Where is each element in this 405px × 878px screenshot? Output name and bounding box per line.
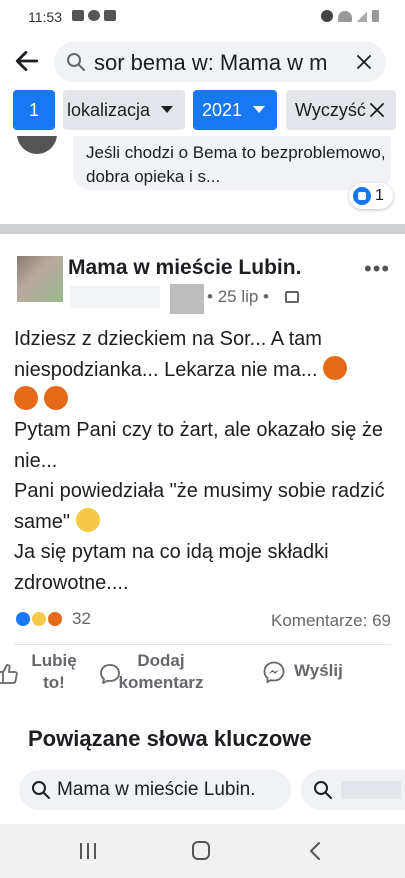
keyword-chip[interactable] — [301, 770, 405, 810]
alarm-icon — [321, 10, 333, 22]
search-icon — [32, 781, 50, 799]
signal-icon — [357, 10, 367, 22]
close-icon — [370, 103, 384, 117]
recent-apps-icon[interactable] — [76, 840, 100, 862]
action-divider — [14, 644, 391, 645]
redacted-keyword — [341, 781, 401, 799]
post-date-text: 25 lip — [217, 287, 259, 306]
back-icon[interactable] — [304, 840, 328, 862]
home-icon[interactable] — [189, 840, 213, 862]
gallery-icon — [72, 10, 84, 21]
keyword-label: Mama w mieście Lubin. — [57, 779, 256, 800]
cursing-emoji-icon — [14, 386, 38, 410]
search-header: sor bema w: Mama w m — [0, 34, 405, 86]
search-input[interactable]: sor bema w: Mama w m — [54, 42, 386, 82]
search-query-text[interactable]: sor bema w: Mama w m — [94, 50, 334, 76]
year-filter-label: 2021 — [202, 99, 243, 120]
youtube-icon — [104, 10, 116, 21]
year-filter-dropdown[interactable]: 2021 — [193, 90, 277, 130]
system-navigation-bar — [0, 824, 405, 878]
cursing-emoji-icon — [43, 386, 68, 410]
section-divider — [0, 224, 405, 234]
avatar[interactable] — [17, 136, 57, 154]
clear-filters-label: Wyczyść — [295, 99, 366, 120]
thumbs-up-icon — [0, 664, 18, 684]
redacted-avatar — [170, 284, 204, 314]
comment-label: Dodaj komentarz — [118, 651, 204, 692]
previous-result-card: Jeśli chodzi o Bema to bezproblemowo, do… — [0, 136, 405, 224]
post-text-line: Pytam Pani czy to żart, ale okazało się … — [14, 419, 384, 472]
messenger-icon — [88, 10, 100, 21]
wifi-icon — [338, 10, 352, 22]
filter-count-label: 1 — [28, 99, 39, 120]
chevron-down-icon — [161, 106, 173, 113]
eye-roll-emoji-icon — [75, 507, 100, 532]
post-text-line: Pani powiedziała "że musimy sobie radzić… — [14, 480, 385, 533]
filter-bar: 1 lokalizacja 2021 Wyczyść — [0, 86, 405, 136]
emoji-row — [14, 385, 394, 415]
reaction-count: 32 — [72, 609, 91, 628]
status-system-icons — [321, 10, 379, 22]
keyword-chip[interactable]: Mama w mieście Lubin. — [19, 770, 291, 810]
privacy-icon — [285, 291, 299, 303]
post-text-line: Ja się pytam na co idą moje składki zdro… — [14, 541, 329, 594]
comment-reaction-count: 1 — [375, 187, 384, 204]
active-filter-count[interactable]: 1 — [13, 90, 55, 130]
angry-emoji-icon — [323, 355, 348, 380]
comment-text: Jeśli chodzi o Bema to bezproblemowo, do… — [86, 143, 386, 186]
status-notification-icons — [72, 10, 116, 21]
status-time: 11:53 — [28, 9, 62, 25]
angry-reaction-icon — [46, 610, 64, 628]
post-card: Mama w mieście Lubin. ••• • 25 lip • Idz… — [0, 234, 405, 712]
messenger-icon — [263, 661, 285, 684]
post-body: Idziesz z dzieckiem na Sor... A tam nies… — [14, 324, 394, 598]
related-keywords-section: Powiązane słowa kluczowe Mama w mieście … — [0, 712, 405, 824]
clear-filters-button[interactable]: Wyczyść — [286, 90, 396, 130]
location-filter-dropdown[interactable]: lokalizacja — [63, 90, 185, 130]
post-reactions[interactable]: 32 — [14, 609, 91, 629]
redacted-author-name — [70, 286, 160, 308]
comments-count[interactable]: Komentarze: 69 — [271, 611, 391, 631]
chevron-down-icon — [253, 106, 265, 113]
like-label: Lubię to! — [31, 651, 77, 692]
location-filter-label: lokalizacja — [67, 99, 151, 120]
battery-icon — [372, 10, 379, 22]
post-date[interactable]: • 25 lip • — [207, 287, 269, 307]
search-icon — [314, 781, 332, 799]
comment-reactions[interactable]: 1 — [349, 183, 393, 209]
post-text-line: Idziesz z dzieckiem na Sor... A tam nies… — [14, 328, 322, 381]
clear-search-icon[interactable] — [354, 52, 374, 72]
related-keywords-title: Powiązane słowa kluczowe — [28, 726, 312, 751]
like-reaction-icon — [353, 187, 371, 205]
share-label: Wyślij — [294, 661, 343, 680]
back-arrow-icon[interactable] — [14, 48, 40, 74]
avatar[interactable] — [17, 256, 63, 302]
status-bar: 11:53 — [0, 0, 405, 34]
more-options-icon[interactable]: ••• — [364, 256, 390, 282]
post-author[interactable]: Mama w mieście Lubin. — [68, 256, 301, 280]
search-icon — [67, 53, 85, 71]
